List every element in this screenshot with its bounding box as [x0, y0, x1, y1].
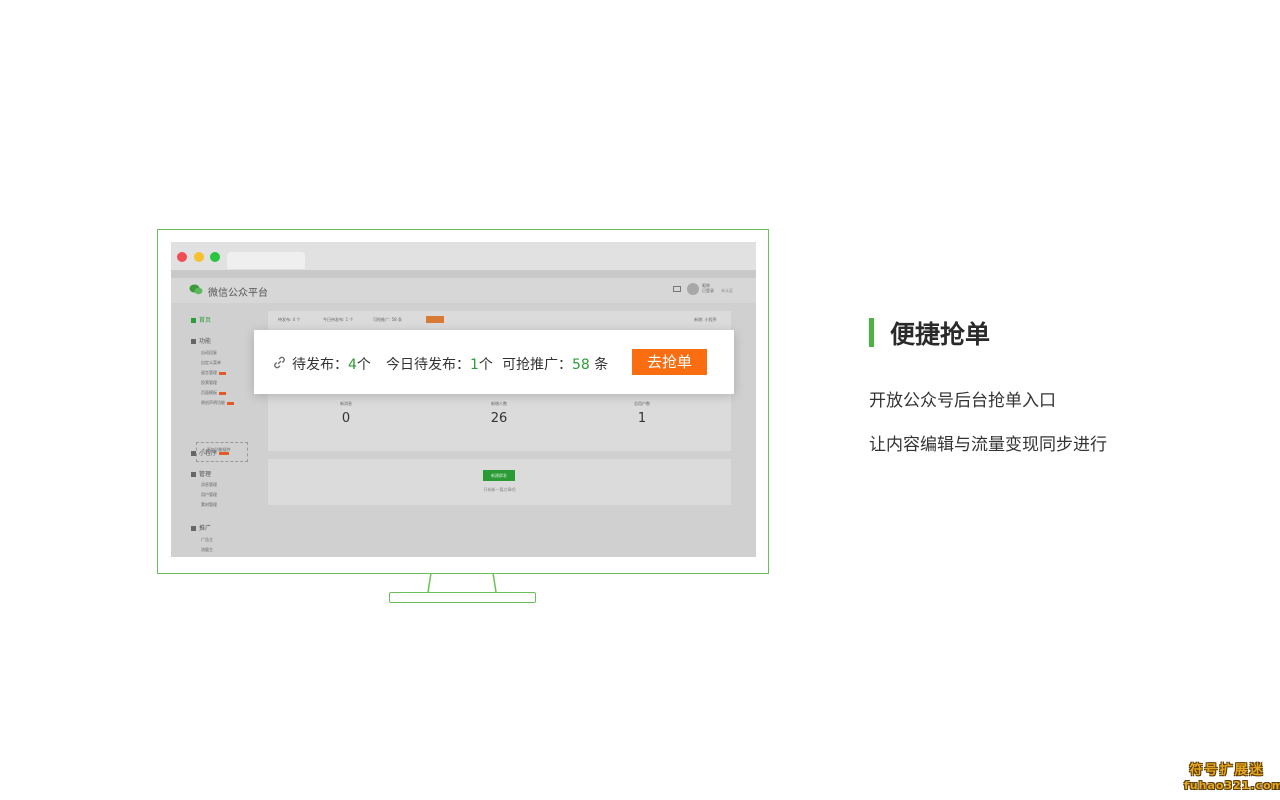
- browser-toolbar: [171, 270, 756, 278]
- link-icon: [191, 451, 196, 456]
- sidebar-item-mini-program[interactable]: 小程序: [191, 448, 230, 457]
- feature-description-line: 开放公众号后台抢单入口: [869, 391, 1056, 411]
- sidebar-subitem[interactable]: 投票管理: [201, 380, 217, 386]
- today-pending-stat: 今日待发布：1个: [386, 357, 493, 373]
- create-broadcast-button[interactable]: 新建群发: [483, 470, 515, 481]
- sidebar-item-promotion[interactable]: 推广: [191, 523, 211, 532]
- browser-titlebar: [171, 242, 756, 270]
- grab-order-popup: 待发布：4个 今日待发布：1个 可抢推广：58 条 去抢单: [254, 330, 734, 394]
- monitor-stand-neck: [426, 573, 498, 593]
- stat-value: 1: [637, 411, 647, 426]
- app-header: 微信公众平台 昵称 已登录 未认证: [171, 278, 756, 303]
- pending-publish-stat: 待发布：4个: [292, 357, 371, 373]
- monitor-stand-base: [389, 592, 536, 603]
- new-badge: [219, 452, 230, 455]
- close-dot-icon[interactable]: [177, 252, 187, 262]
- stat-total-users: 总用户数 1: [592, 401, 692, 426]
- sidebar-subitem[interactable]: 用户管理: [201, 492, 217, 498]
- sidebar-subitem[interactable]: 原创声明功能: [201, 400, 234, 406]
- new-badge: [219, 391, 226, 395]
- feature-accent-bar: [869, 318, 874, 347]
- sidebar-item-manage[interactable]: 管理: [191, 469, 211, 478]
- feature-title: 便捷抢单: [890, 320, 991, 349]
- new-badge: [227, 401, 234, 405]
- top-right-note: 新增: 小程序: [694, 317, 717, 322]
- browser-window: 微信公众平台 昵称 已登录 未认证 首页 功能 自动回复 自定义菜单 留言管理 …: [171, 242, 756, 557]
- home-icon: [191, 318, 196, 323]
- stat-label: 新增人数: [491, 401, 507, 406]
- sidebar: 首页 功能 自动回复 自定义菜单 留言管理 投票管理 页面模板 原创声明功能 +…: [171, 303, 261, 557]
- minimize-dot-icon[interactable]: [194, 252, 204, 262]
- account-status: 未认证: [721, 288, 733, 293]
- feature-description-line: 让内容编辑与流量变现同步进行: [869, 435, 1107, 455]
- stat-new-messages: 新消息 0: [296, 401, 396, 426]
- top-grab-button[interactable]: [426, 316, 444, 323]
- sidebar-subitem[interactable]: 页面模板: [201, 390, 226, 396]
- watermark-en: fuhao321.com: [1184, 779, 1280, 792]
- watermark: 符号扩展迷 fuhao321.com: [1184, 763, 1280, 792]
- top-grab: 可抢推广: 58 条: [373, 317, 402, 322]
- maximize-dot-icon[interactable]: [210, 252, 220, 262]
- user-name: 昵称 已登录: [702, 283, 714, 293]
- megaphone-icon: [191, 526, 196, 531]
- sidebar-subitem[interactable]: 广告主: [201, 537, 213, 543]
- stat-label: 新消息: [340, 401, 352, 406]
- browser-tab[interactable]: [227, 252, 305, 269]
- sidebar-subitem[interactable]: 自动回复: [201, 350, 217, 356]
- slide: 微信公众平台 昵称 已登录 未认证 首页 功能 自动回复 自定义菜单 留言管理 …: [0, 0, 1280, 800]
- grid-icon: [191, 339, 196, 344]
- sidebar-subitem[interactable]: 自定义菜单: [201, 360, 221, 366]
- top-today: 今日待发布: 1 个: [323, 317, 354, 322]
- grab-order-button[interactable]: 去抢单: [632, 349, 707, 375]
- stat-new-followers: 新增人数 26: [449, 401, 549, 426]
- stat-label: 总用户数: [634, 401, 650, 406]
- wechat-logo-icon: [189, 284, 203, 295]
- link-icon: [274, 356, 285, 369]
- watermark-cn: 符号扩展迷: [1189, 763, 1265, 778]
- top-pending: 待发布: 4 个: [278, 317, 301, 322]
- sidebar-item-home[interactable]: 首页: [191, 315, 211, 324]
- sidebar-subitem[interactable]: 素材管理: [201, 502, 217, 508]
- sidebar-item-functions[interactable]: 功能: [191, 336, 211, 345]
- new-badge: [219, 371, 226, 375]
- avatar[interactable]: [687, 283, 699, 295]
- stat-value: 0: [341, 411, 351, 426]
- grab-promotion-stat: 可抢推广：58 条: [502, 357, 609, 373]
- create-card: 新建群发 开始新一篇文章吧: [268, 459, 731, 505]
- app-title: 微信公众平台: [208, 288, 268, 299]
- app-screen: 微信公众平台 昵称 已登录 未认证 首页 功能 自动回复 自定义菜单 留言管理 …: [171, 278, 756, 557]
- sidebar-subitem[interactable]: 流量主: [201, 547, 213, 553]
- create-hint: 开始新一篇文章吧: [483, 487, 516, 492]
- sidebar-subitem[interactable]: 消息管理: [201, 482, 217, 488]
- inbox-icon: [191, 472, 196, 477]
- sidebar-subitem[interactable]: 留言管理: [201, 370, 226, 376]
- stat-value: 26: [490, 411, 508, 426]
- mail-icon[interactable]: [673, 286, 681, 292]
- monitor-frame: 微信公众平台 昵称 已登录 未认证 首页 功能 自动回复 自定义菜单 留言管理 …: [157, 229, 769, 574]
